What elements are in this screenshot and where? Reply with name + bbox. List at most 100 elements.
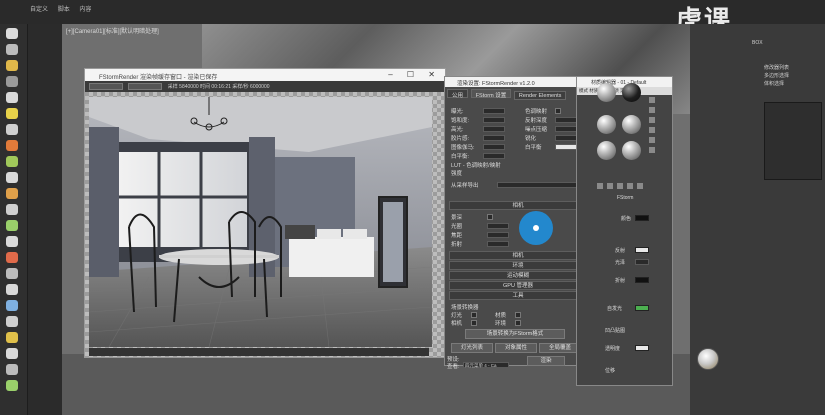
window-controls[interactable]: – ☐ ✕	[388, 70, 441, 79]
sharpen-field[interactable]	[555, 135, 577, 141]
assign-material-icon[interactable]	[617, 183, 623, 189]
backlight-icon[interactable]	[649, 107, 655, 113]
get-material-icon[interactable]	[597, 183, 603, 189]
render-tool-icon[interactable]	[6, 300, 18, 311]
schematic-tool-icon[interactable]	[6, 380, 18, 391]
material-slot-1[interactable]	[597, 83, 616, 102]
reflection-depth-field[interactable]	[555, 117, 577, 123]
layer-tool-icon[interactable]	[6, 348, 18, 359]
glossiness-field[interactable]	[635, 259, 649, 265]
rollout-camera-2[interactable]: 相机	[449, 251, 587, 260]
noise-field[interactable]	[555, 126, 577, 132]
film-field[interactable]	[483, 135, 505, 141]
tone-mapping-checkbox[interactable]	[555, 108, 561, 114]
align-tool-icon[interactable]	[6, 124, 18, 135]
modifier-stack[interactable]	[764, 102, 822, 180]
rollout-motion-blur[interactable]: 运动模糊	[449, 271, 587, 280]
gamma-field[interactable]	[483, 144, 505, 150]
view-dropdown[interactable]: 四元菜单 4 - Ca	[463, 362, 509, 368]
opacity-swatch[interactable]	[635, 345, 649, 351]
menu-item-content[interactable]: 内容	[79, 7, 91, 13]
tab-render-elements[interactable]: Render Elements	[513, 91, 567, 100]
put-material-icon[interactable]	[607, 183, 613, 189]
render-button[interactable]: 渲染	[527, 356, 565, 366]
tool-materials-checkbox[interactable]	[515, 312, 521, 318]
material-editor-window[interactable]: 材质编辑器 - 01 - Default 模式 材质 导航 选项 实用程序 FS…	[576, 76, 673, 386]
environment-tool-icon[interactable]	[6, 332, 18, 343]
menu-item-script[interactable]: 脚本	[58, 7, 70, 13]
viewport-label[interactable]: [+][Camera01][标准][默认明暗处理]	[66, 26, 159, 35]
rollout-tools[interactable]: 工具	[449, 291, 587, 300]
frame-buffer-window[interactable]: FStormRender 渲染帧缓存窗口 - 渲染已保存 – ☐ ✕ 采样 58…	[84, 68, 446, 358]
render-canvas[interactable]	[89, 97, 432, 347]
tool-camera-checkbox[interactable]	[471, 320, 477, 326]
track-tool-icon[interactable]	[6, 364, 18, 375]
utility-tool-icon[interactable]	[6, 284, 18, 295]
camera-tool-icon[interactable]	[6, 140, 18, 151]
show-map-icon[interactable]	[637, 183, 643, 189]
emission-swatch[interactable]	[635, 305, 649, 311]
hierarchy-tool-icon[interactable]	[6, 236, 18, 247]
refraction-field[interactable]	[487, 241, 509, 247]
material-slot-5[interactable]	[597, 141, 616, 160]
light-tool-icon[interactable]	[6, 60, 18, 71]
motion-tool-icon[interactable]	[6, 252, 18, 263]
dof-checkbox[interactable]	[487, 214, 493, 220]
object-name-field[interactable]: BOX	[752, 40, 825, 48]
light-lister-button[interactable]: 灯光列表	[451, 343, 493, 353]
scale-tool-icon[interactable]	[6, 92, 18, 103]
material-tool-icon[interactable]	[6, 316, 18, 327]
render-area-dropdown[interactable]	[89, 83, 123, 90]
options-icon[interactable]	[649, 147, 655, 153]
material-slot-2[interactable]	[622, 83, 641, 102]
lut-strength: 强度	[451, 171, 463, 177]
modifier-volume-select[interactable]: 体积选择	[764, 80, 822, 88]
reflection-swatch[interactable]	[635, 247, 649, 253]
tool-lights-checkbox[interactable]	[471, 312, 477, 318]
exposure-field[interactable]	[483, 108, 505, 114]
rollout-environment[interactable]: 环境	[449, 261, 587, 270]
move-tool-icon[interactable]	[6, 44, 18, 55]
rotate-tool-icon[interactable]	[6, 76, 18, 87]
label-saturation: 饱和度:	[451, 118, 470, 124]
uv-tiling-icon[interactable]	[649, 127, 655, 133]
modifier-poly-select[interactable]: 多边形选择	[764, 72, 822, 80]
color-swatch[interactable]	[635, 215, 649, 221]
modifier-list[interactable]: 修改器列表 多边形选择 体积选择	[764, 64, 822, 88]
refraction-swatch[interactable]	[635, 277, 649, 283]
spacewarp-tool-icon[interactable]	[6, 204, 18, 215]
convert-scene-button[interactable]: 场景转换为FStorm格式	[465, 329, 565, 339]
helper-tool-icon[interactable]	[6, 188, 18, 199]
shape-tool-icon[interactable]	[6, 172, 18, 183]
rollout-gpu-manager[interactable]: GPU 管理器	[449, 281, 587, 290]
display-tool-icon[interactable]	[6, 268, 18, 279]
aperture-field[interactable]	[487, 223, 509, 229]
focal-field[interactable]	[487, 232, 509, 238]
white-balance-swatch[interactable]	[555, 144, 577, 150]
menu-item-customize[interactable]: 自定义	[30, 7, 48, 13]
select-tool-icon[interactable]	[6, 28, 18, 39]
global-override-button[interactable]: 全局覆盖	[539, 343, 581, 353]
sample-type-icon[interactable]	[649, 97, 655, 103]
view-dropdown[interactable]	[128, 83, 163, 90]
system-tool-icon[interactable]	[6, 220, 18, 231]
preset-dropdown[interactable]	[497, 182, 577, 188]
object-properties-button[interactable]: 对象属性	[495, 343, 537, 353]
snap-tool-icon[interactable]	[6, 108, 18, 119]
modifier-list-label[interactable]: 修改器列表	[764, 64, 822, 72]
tab-common[interactable]: 公用	[447, 89, 469, 99]
render-settings-window[interactable]: 渲染设置: FStormRender v1.2.0 公用 FStorm 设置 R…	[444, 76, 590, 370]
tool-environment-checkbox[interactable]	[515, 320, 521, 326]
reset-map-icon[interactable]	[627, 183, 633, 189]
background-icon[interactable]	[649, 117, 655, 123]
material-slot-6[interactable]	[622, 141, 641, 160]
white-balance-field-left[interactable]	[483, 153, 505, 159]
material-slot-3[interactable]	[597, 115, 616, 134]
saturation-field[interactable]	[483, 117, 505, 123]
geometry-tool-icon[interactable]	[6, 156, 18, 167]
material-slot-4[interactable]	[622, 115, 641, 134]
video-color-icon[interactable]	[649, 137, 655, 143]
highlights-field[interactable]	[483, 126, 505, 132]
rollout-camera[interactable]: 相机	[449, 201, 587, 210]
tab-fstorm-settings[interactable]: FStorm 设置	[470, 89, 512, 99]
